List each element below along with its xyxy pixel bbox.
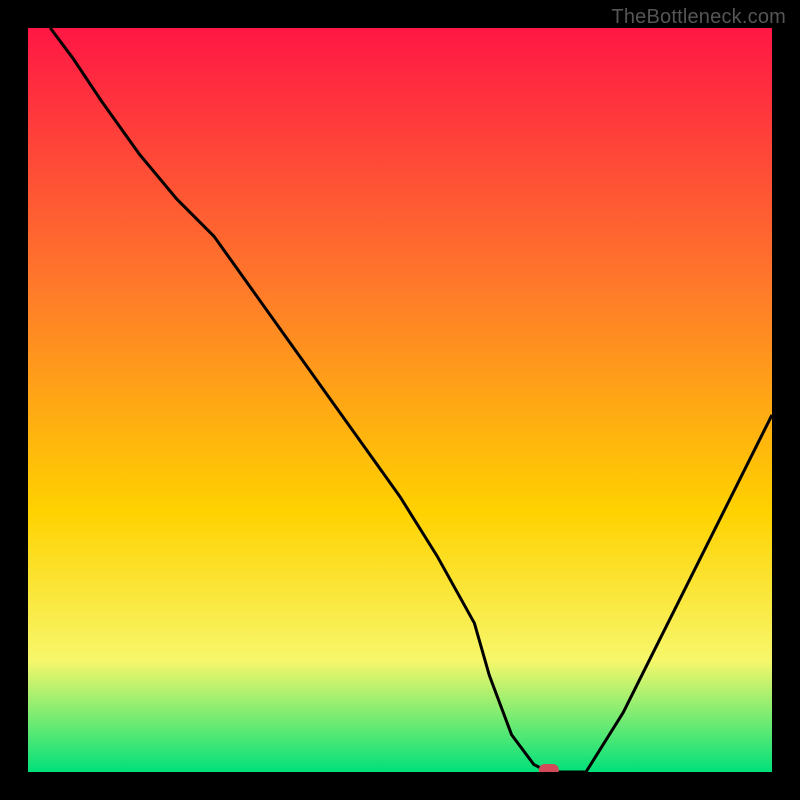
watermark-text: TheBottleneck.com bbox=[611, 6, 786, 29]
plot-area bbox=[28, 28, 772, 772]
chart-frame: TheBottleneck.com bbox=[0, 0, 800, 800]
gradient-background bbox=[28, 28, 772, 772]
chart-svg bbox=[28, 28, 772, 772]
optimal-marker bbox=[539, 764, 559, 772]
